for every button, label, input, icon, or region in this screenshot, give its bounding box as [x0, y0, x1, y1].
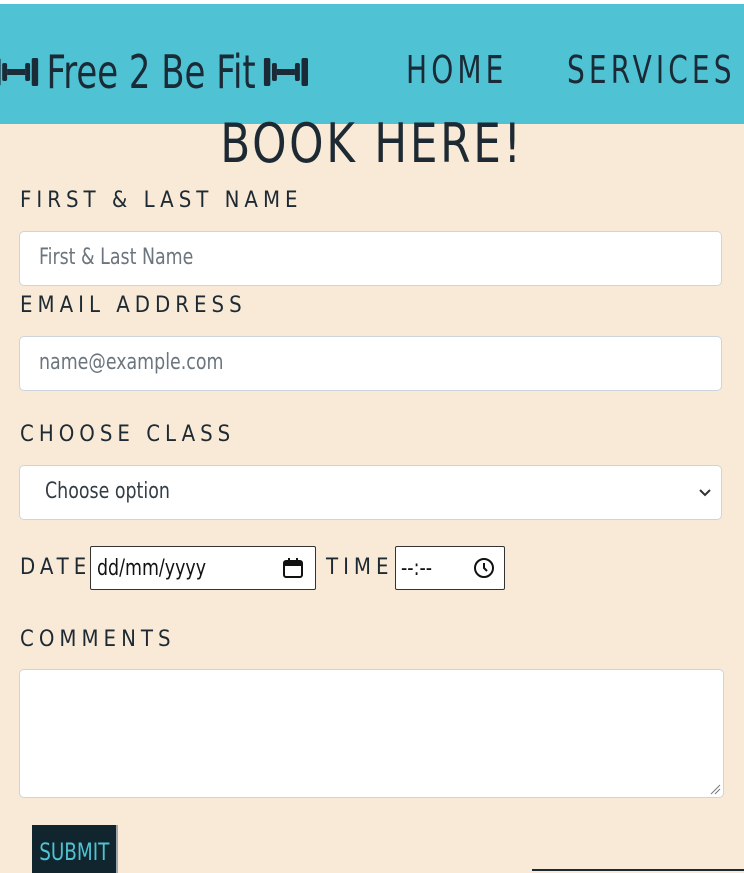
nav-link-services[interactable]: SERVICES [567, 44, 736, 96]
page-title: BOOK HERE! [220, 112, 524, 175]
brand-logo[interactable]: Free 2 Be Fit [0, 40, 309, 104]
dumbbell-icon [263, 58, 309, 86]
class-selected-value: Choose option [45, 479, 170, 504]
comments-textarea[interactable] [19, 669, 724, 798]
dumbbell-icon [0, 58, 39, 86]
brand-name: Free 2 Be Fit [46, 45, 256, 99]
email-placeholder: name@example.com [39, 350, 224, 375]
resize-handle-icon[interactable] [709, 783, 721, 795]
nav-link-home[interactable]: HOME [406, 44, 507, 96]
email-input[interactable]: name@example.com [19, 336, 722, 391]
name-label: FIRST & LAST NAME [20, 188, 303, 213]
class-select[interactable]: Choose option [19, 465, 722, 520]
date-value: dd/mm/yyyy [97, 556, 207, 581]
name-input[interactable]: First & Last Name [19, 231, 722, 286]
clock-icon[interactable] [472, 556, 496, 580]
comments-label: COMMENTS [20, 627, 176, 652]
chevron-down-icon [699, 489, 711, 497]
email-label: EMAIL ADDRESS [20, 293, 247, 318]
time-label: TIME [326, 555, 394, 580]
name-placeholder: First & Last Name [39, 245, 194, 270]
date-input[interactable]: dd/mm/yyyy [90, 546, 316, 590]
submit-label: SUBMIT [38, 838, 110, 866]
class-label: CHOOSE CLASS [20, 422, 236, 447]
time-input[interactable]: --:-- [395, 546, 505, 590]
calendar-icon[interactable] [281, 556, 305, 580]
time-value: --:-- [401, 556, 433, 581]
navbar: Free 2 Be Fit HOME SERVICES [0, 4, 744, 124]
submit-button[interactable]: SUBMIT [32, 825, 118, 873]
date-label: DATE [20, 555, 92, 580]
